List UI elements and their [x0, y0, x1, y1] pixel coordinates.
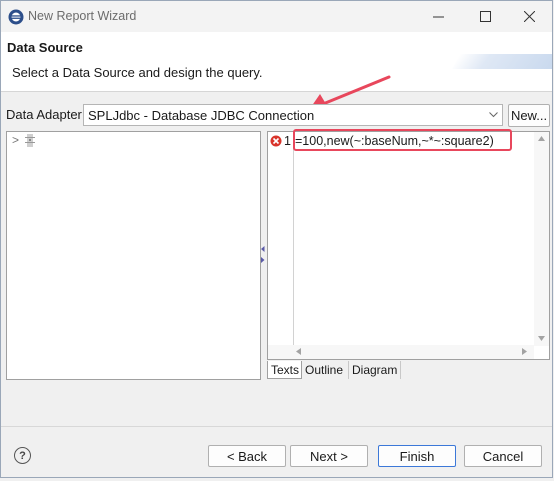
database-icon — [25, 134, 35, 147]
horizontal-scrollbar[interactable] — [268, 345, 534, 359]
scroll-down-arrow-icon[interactable] — [538, 336, 545, 341]
page-description: Select a Data Source and design the quer… — [12, 65, 263, 80]
query-highlight-box — [293, 129, 512, 151]
eclipse-app-icon — [8, 9, 24, 25]
page-title: Data Source — [7, 40, 83, 55]
title-bar: New Report Wizard — [1, 1, 552, 32]
data-adapter-select[interactable]: SPLJdbc - Database JDBC Connection — [83, 104, 503, 126]
new-adapter-button[interactable]: New... — [508, 104, 550, 127]
maximize-button[interactable] — [462, 1, 508, 32]
window-title: New Report Wizard — [28, 9, 137, 23]
query-editor[interactable]: 1 =100,new(~:baseNum,~*~:square2) — [267, 129, 550, 360]
wizard-header: Data Source Select a Data Source and des… — [1, 32, 552, 92]
splitter-handle[interactable] — [260, 245, 266, 265]
back-button[interactable]: < Back — [208, 445, 286, 467]
scroll-left-arrow-icon[interactable] — [296, 348, 301, 355]
close-button[interactable] — [506, 1, 552, 32]
header-banner-graphic — [452, 54, 552, 69]
data-adapter-value: SPLJdbc - Database JDBC Connection — [88, 108, 315, 123]
vertical-scrollbar[interactable] — [534, 132, 549, 346]
finish-button[interactable]: Finish — [378, 445, 456, 467]
error-icon — [270, 135, 282, 147]
tree-expander-icon[interactable]: > — [12, 133, 19, 147]
help-icon[interactable]: ? — [14, 447, 31, 464]
new-report-wizard-window: New Report Wizard Data Source Select a D… — [0, 0, 553, 478]
line-number: 1 — [284, 134, 291, 148]
scroll-up-arrow-icon[interactable] — [538, 136, 545, 141]
scroll-right-arrow-icon[interactable] — [522, 348, 527, 355]
gutter-divider — [293, 132, 294, 346]
data-adapter-label: Data Adapter — [6, 107, 82, 122]
close-icon — [523, 11, 535, 22]
button-bar-divider — [1, 426, 552, 427]
minimize-button[interactable] — [415, 1, 461, 32]
minimize-icon — [432, 16, 444, 18]
chevron-down-icon — [489, 112, 498, 118]
tab-diagram[interactable]: Diagram — [349, 361, 401, 379]
datasource-tree-panel[interactable]: > — [6, 131, 261, 380]
next-button[interactable]: Next > — [290, 445, 368, 467]
cancel-button[interactable]: Cancel — [464, 445, 542, 467]
tab-outline[interactable]: Outline — [302, 361, 349, 379]
maximize-icon — [479, 11, 491, 22]
tab-texts[interactable]: Texts — [267, 361, 302, 379]
